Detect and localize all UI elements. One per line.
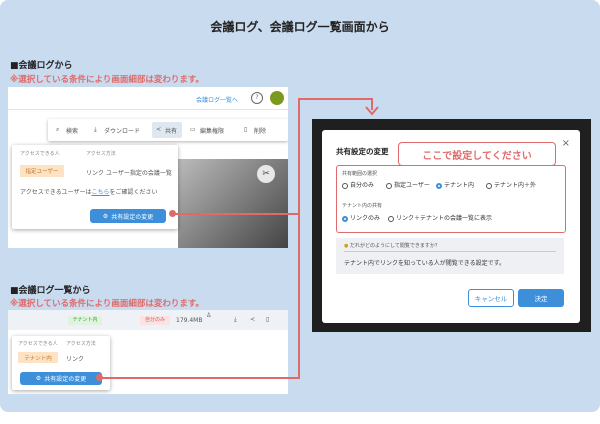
user-icon[interactable]: ♙ [206, 312, 211, 319]
dialog-title: 共有設定の変更 [336, 147, 389, 156]
scope-option-self[interactable]: 自分のみ [342, 180, 374, 189]
access-tag: テナント内 [18, 352, 58, 363]
download-icon[interactable]: ⤓ [94, 126, 97, 134]
change-share-button[interactable]: ⚙ 共有設定の変更 [90, 209, 166, 223]
trash-icon[interactable]: ▯ [244, 126, 247, 133]
meeting-log-list-link[interactable]: 会議ログ一覧へ [196, 95, 238, 104]
page-title: 会議ログ、会議ログ一覧画面から [210, 20, 390, 34]
radio-icon [386, 182, 392, 189]
access-info: アクセスできるユーザーはこちらをご確認ください [20, 189, 158, 196]
toolbar: ⌕ 検索 ⤓ ダウンロード ≺ 共有 ▭ 編集権限 ▯ 削除 [48, 119, 288, 141]
method-column-header: アクセス方法 [86, 151, 116, 157]
method-desc: ユーザー指定の会議一覧 [106, 170, 172, 177]
section2-note: ※選択している条件により画面細部は変わります。 [10, 299, 204, 309]
toolbar-delete[interactable]: 削除 [254, 126, 266, 135]
connector-line-top [298, 98, 372, 100]
radio-selected-icon [342, 215, 348, 222]
connector-line-1a [175, 213, 299, 215]
callout-bubble: ここで設定してください [398, 142, 556, 166]
share-option-link-list[interactable]: リンク＋テナントの会議一覧に表示 [388, 213, 492, 222]
section2-title: ■会議ログ一覧から [10, 286, 91, 296]
cancel-button[interactable]: キャンセル [468, 289, 514, 307]
access-tag: 指定ユーザー [20, 165, 64, 177]
access-column-header: アクセスできる人 [18, 341, 58, 347]
meeting-log-screenshot: 会議ログ一覧へ ? ⌕ 検索 ⤓ ダウンロード ≺ 共有 ▭ 編集権限 ▯ 削除… [8, 87, 288, 248]
method-value: リンク [86, 170, 105, 177]
gear-icon: ⚙ [35, 375, 42, 382]
section1-note: ※選択している条件により画面細部は変わります。 [10, 75, 204, 85]
info-text: テナント内でリンクを知っている人が閲覧できる設定です。 [344, 260, 505, 267]
close-icon[interactable]: × [562, 138, 570, 149]
toolbar-edit-permission[interactable]: 編集権限 [200, 126, 224, 135]
scope-label: 共有範囲の選択 [342, 171, 378, 177]
avatar[interactable] [270, 91, 284, 105]
access-link[interactable]: こちら [91, 189, 109, 196]
self-only-badge: 自分のみ [140, 316, 170, 325]
download-icon[interactable]: ⤓ [234, 316, 237, 324]
share-icon[interactable]: ≺ [156, 126, 161, 133]
search-icon[interactable]: ⌕ [56, 126, 59, 134]
connector-line-2a [102, 377, 299, 379]
scope-option-tenant-external[interactable]: テナント内＋外 [486, 180, 536, 189]
list-row: テナント内 自分のみ 179.4MB ♙ ⤓ ≺ ▯ [8, 310, 288, 330]
change-share-button[interactable]: ⚙ 共有設定の変更 [20, 372, 102, 385]
share-popover-list: アクセスできる人 アクセス方法 テナント内 リンク ⚙ 共有設定の変更 [12, 336, 110, 390]
file-size: 179.4MB [176, 317, 203, 324]
method-value: リンク [66, 356, 85, 363]
edit-icon[interactable]: ▭ [190, 126, 196, 133]
scissors-icon[interactable]: ✂ [257, 165, 275, 183]
scope-option-users[interactable]: 指定ユーザー [386, 180, 430, 189]
radio-icon [388, 215, 394, 222]
method-column-header: アクセス方法 [66, 341, 96, 347]
connector-line-vertical [298, 98, 300, 379]
radio-selected-icon [436, 182, 442, 189]
toolbar-search[interactable]: 検索 [66, 126, 78, 135]
toolbar-share[interactable]: 共有 [165, 126, 177, 135]
trash-icon[interactable]: ▯ [266, 316, 269, 323]
lightbulb-icon: ● [344, 243, 349, 249]
confirm-button[interactable]: 決定 [518, 289, 564, 307]
info-heading: ● だれがどのようにして閲覧できますか？ [344, 243, 440, 249]
access-column-header: アクセスできる人 [20, 151, 60, 157]
gear-icon: ⚙ [102, 212, 109, 220]
help-icon[interactable]: ? [251, 92, 263, 104]
info-box: ● だれがどのようにして閲覧できますか？ テナント内でリンクを知っている人が閲覧… [336, 238, 564, 274]
meeting-log-list-screenshot: テナント内 自分のみ 179.4MB ♙ ⤓ ≺ ▯ アクセスできる人 アクセス… [8, 310, 288, 394]
info-divider [344, 251, 556, 252]
scope-option-tenant[interactable]: テナント内 [436, 180, 474, 189]
header-divider [8, 109, 288, 110]
section1-title: ■会議ログから [10, 61, 73, 71]
share-settings-dialog: 共有設定の変更 × ここで設定してください 共有範囲の選択 自分のみ 指定ユーザ… [322, 130, 580, 323]
share-icon[interactable]: ≺ [250, 316, 255, 323]
arrow-down-icon [365, 106, 379, 116]
toolbar-download[interactable]: ダウンロード [104, 126, 140, 135]
share-popover: アクセスできる人 アクセス方法 指定ユーザー リンク ユーザー指定の会議一覧 ア… [12, 145, 178, 229]
tenant-badge: テナント内 [68, 316, 102, 325]
radio-icon [342, 182, 348, 189]
share-label: テナント内の共有 [342, 203, 383, 209]
radio-icon [486, 182, 492, 189]
share-option-link-only[interactable]: リンクのみ [342, 213, 380, 222]
